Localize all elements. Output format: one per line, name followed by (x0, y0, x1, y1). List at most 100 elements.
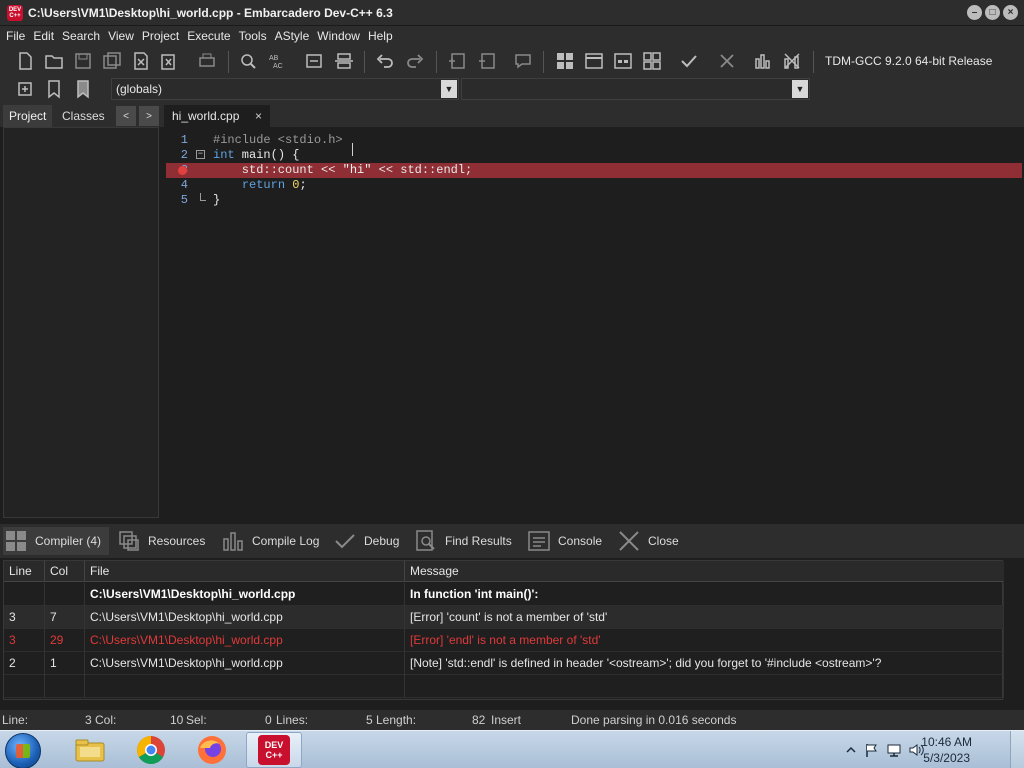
clock[interactable]: 10:46 AM 5/3/2023 (921, 734, 972, 766)
column-header-col[interactable]: Col (45, 561, 85, 582)
find-icon[interactable] (237, 50, 259, 72)
comment-icon[interactable] (303, 50, 325, 72)
devcpp-app-icon[interactable]: DEV C++ (7, 4, 23, 21)
cell-line (4, 583, 45, 606)
chrome-icon[interactable] (123, 732, 179, 768)
fold-collapse-icon[interactable]: − (196, 150, 205, 159)
save-icon[interactable] (72, 50, 94, 72)
menu-file[interactable]: File (2, 26, 29, 47)
tab-close[interactable]: Close (616, 527, 679, 555)
new-file-icon[interactable] (14, 50, 36, 72)
tab-scroll-left-icon[interactable]: < (116, 106, 136, 126)
delete-profile-icon[interactable] (781, 50, 803, 72)
editor-tab-hi-world[interactable]: hi_world.cpp × (164, 105, 270, 127)
compile-run-icon[interactable] (612, 50, 634, 72)
menu-help[interactable]: Help (364, 26, 397, 47)
table-row[interactable]: 3 29 C:\Users\VM1\Desktop\hi_world.cpp [Err… (4, 629, 1004, 652)
code-line[interactable]: 4 return 0; (166, 178, 1022, 193)
project-tree-panel[interactable] (3, 127, 159, 518)
close-window-button[interactable]: × (1003, 5, 1018, 20)
indent-icon[interactable] (333, 50, 355, 72)
remove-from-project-icon[interactable] (476, 50, 498, 72)
code-line[interactable]: 3 std::count << "hi" << std::endl; (166, 163, 1022, 178)
goto-bookmark-icon[interactable] (72, 78, 94, 100)
show-desktop-button[interactable] (1010, 731, 1024, 768)
cell-file (85, 675, 405, 698)
code-token: } (213, 193, 221, 207)
menu-astyle[interactable]: AStyle (271, 26, 314, 47)
column-header-message[interactable]: Message (405, 561, 1004, 582)
redo-icon[interactable] (404, 50, 426, 72)
menu-project[interactable]: Project (138, 26, 183, 47)
menu-tools[interactable]: Tools (235, 26, 271, 47)
function-combo[interactable]: ▼ (461, 78, 810, 100)
chevron-down-icon[interactable]: ▼ (441, 80, 457, 98)
status-length-label: Length: (376, 713, 417, 727)
cell-message: In function 'int main()': (405, 583, 1004, 606)
insert-icon[interactable] (14, 78, 36, 100)
close-all-icon[interactable] (159, 50, 181, 72)
menu-view[interactable]: View (104, 26, 138, 47)
tab-find-results[interactable]: Find Results (413, 527, 512, 555)
line-number: 1 (180, 133, 188, 147)
code-line[interactable]: 2− int main() { (166, 148, 1022, 163)
show-hidden-icons-icon[interactable] (846, 745, 856, 755)
new-project-icon[interactable] (446, 50, 468, 72)
toggle-bookmark-icon[interactable] (43, 78, 65, 100)
cell-message (405, 675, 1004, 698)
network-icon[interactable] (886, 742, 902, 758)
scope-combo-value: (globals) (116, 82, 163, 96)
action-center-flag-icon[interactable] (864, 742, 880, 758)
maximize-button[interactable]: □ (985, 5, 1000, 20)
close-tab-icon[interactable]: × (255, 105, 262, 127)
table-row[interactable]: C:\Users\VM1\Desktop\hi_world.cpp In func… (4, 583, 1004, 606)
table-row[interactable]: 2 1 C:\Users\VM1\Desktop\hi_world.cpp [Note… (4, 652, 1004, 675)
code-editor[interactable]: 1 #include <stdio.h>2−int main() {3 std::… (166, 127, 1022, 518)
chevron-down-icon[interactable]: ▼ (792, 80, 808, 98)
tab-project[interactable]: Project (3, 105, 53, 127)
tab-debug[interactable]: Debug (332, 527, 399, 555)
menu-search[interactable]: Search (58, 26, 104, 47)
print-icon[interactable] (196, 50, 218, 72)
table-row[interactable] (4, 675, 1004, 698)
code-line[interactable]: 5} (166, 193, 1022, 208)
tab-classes[interactable]: Classes (56, 105, 111, 127)
status-message: Done parsing in 0.016 seconds (571, 713, 737, 727)
project-options-icon[interactable] (512, 50, 534, 72)
close-file-icon[interactable] (130, 50, 152, 72)
tab-compile-log[interactable]: Compile Log (220, 527, 319, 555)
menu-edit[interactable]: Edit (29, 26, 58, 47)
menu-window[interactable]: Window (313, 26, 364, 47)
run-icon[interactable] (583, 50, 605, 72)
cell-message: [Note] 'std::endl' is defined in header … (405, 652, 1004, 675)
compile-icon[interactable] (554, 50, 576, 72)
tab-scroll-right-icon[interactable]: > (139, 106, 159, 126)
column-header-line[interactable]: Line (4, 561, 45, 582)
toolbar-separator (543, 51, 544, 73)
devcpp-icon[interactable]: DEV C++ (246, 732, 302, 768)
editor-tabs: hi_world.cpp × (164, 103, 1024, 127)
save-all-icon[interactable] (101, 50, 123, 72)
column-header-file[interactable]: File (85, 561, 405, 582)
profile-icon[interactable] (752, 50, 774, 72)
undo-icon[interactable] (374, 50, 396, 72)
rebuild-all-icon[interactable] (641, 50, 663, 72)
firefox-icon[interactable] (184, 732, 240, 768)
explorer-icon[interactable] (62, 732, 118, 768)
line-number: 5 (180, 193, 188, 207)
start-button[interactable] (5, 733, 41, 768)
table-row[interactable]: 3 7 C:\Users\VM1\Desktop\hi_world.cpp [Erro… (4, 606, 1004, 629)
open-file-icon[interactable] (43, 50, 65, 72)
compiler-select[interactable]: TDM-GCC 9.2.0 64-bit Release (819, 51, 1019, 72)
stop-execution-icon[interactable] (716, 50, 738, 72)
tab-resources[interactable]: Resources (116, 527, 205, 555)
minimize-button[interactable]: – (967, 5, 982, 20)
status-bar: Line: 3 Col: 10 Sel: 0 Lines: 5 Length: … (0, 710, 1024, 730)
syntax-check-icon[interactable] (678, 50, 700, 72)
code-line[interactable]: 1 #include <stdio.h> (166, 133, 1022, 148)
tab-compiler[interactable]: Compiler (4) (3, 527, 110, 555)
menu-execute[interactable]: Execute (183, 26, 234, 47)
tab-console[interactable]: Console (526, 527, 602, 555)
scope-combo[interactable]: (globals) ▼ (111, 78, 459, 100)
replace-icon[interactable]: AB AC (266, 50, 288, 72)
